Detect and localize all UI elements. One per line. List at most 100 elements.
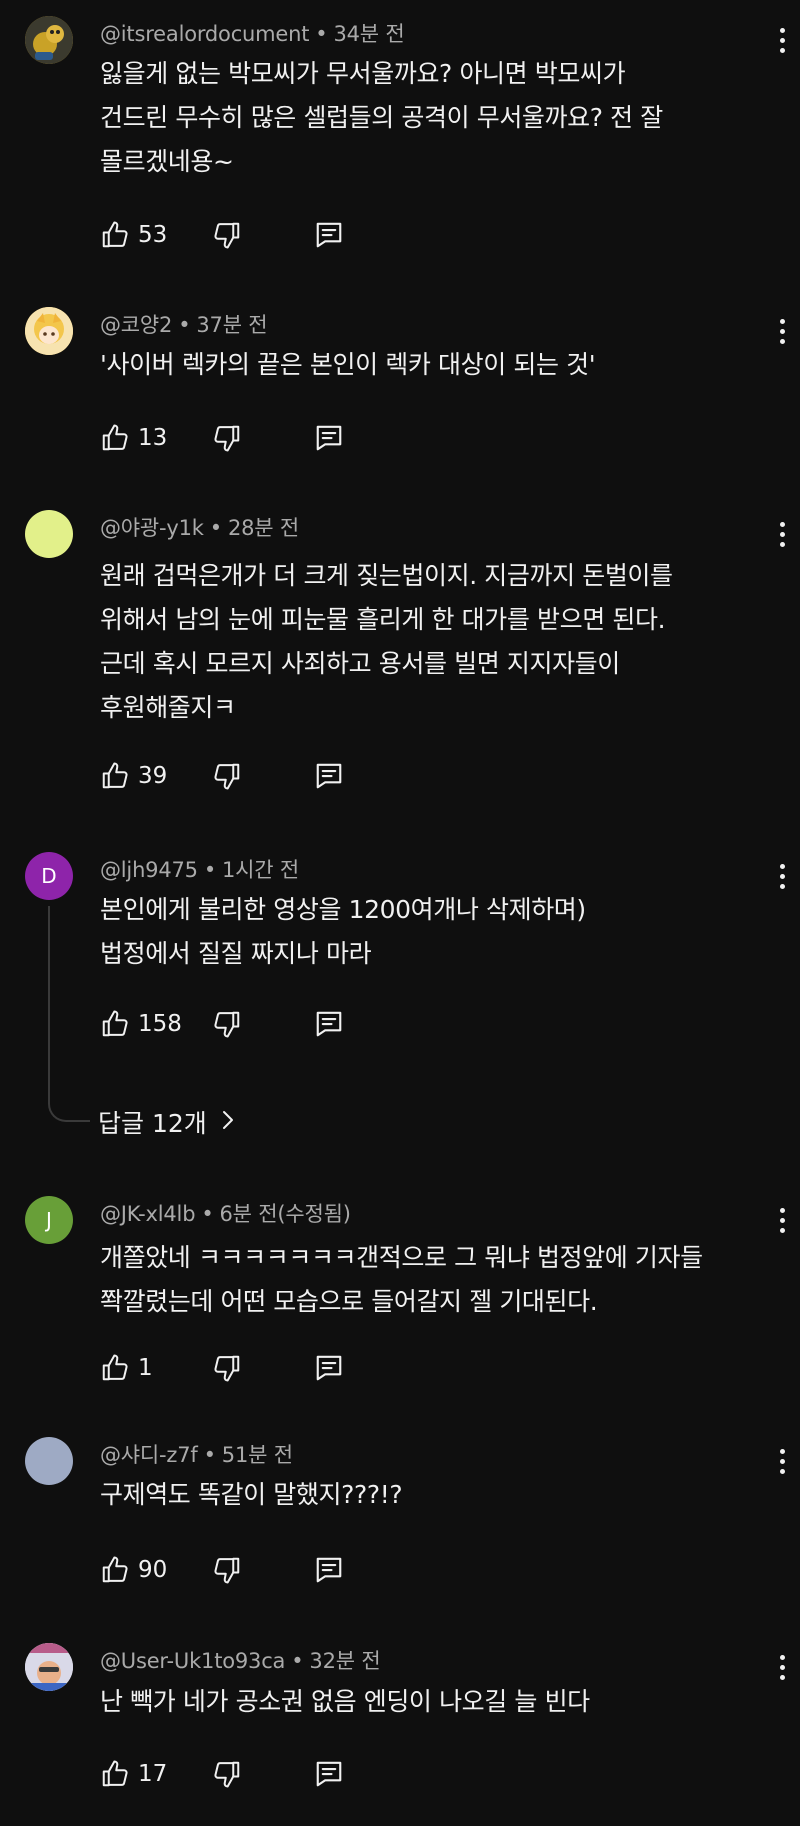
more-vertical-icon[interactable]: [770, 856, 794, 896]
comment-text-line: 본인에게 불리한 영상을 1200여개나 삭제하며): [100, 895, 586, 924]
avatar[interactable]: [25, 16, 73, 64]
comment-text-line: '사이버 렉카의 끝은 본인이 렉카 대상이 되는 것': [100, 350, 596, 379]
comment-meta: @itsrealordocument • 34분 전: [100, 18, 405, 48]
cartoon-avatar-icon: [25, 16, 73, 64]
more-dot: [779, 1448, 785, 1454]
more-dot: [779, 37, 785, 43]
like-button[interactable]: 53: [100, 215, 167, 255]
thumbs-up-icon: [102, 1760, 128, 1787]
like-count: 53: [138, 222, 168, 248]
comment-text: 구제역도 똑같이 말했지???!?: [100, 1473, 780, 1517]
like-count: 158: [138, 1011, 182, 1037]
reply-comment-icon: [316, 1557, 342, 1583]
comment-text-line: 건드린 무수히 많은 셀럽들의 공격이 무서울까요? 전 잘: [100, 103, 663, 132]
dislike-button[interactable]: [212, 418, 242, 458]
more-dot: [779, 863, 785, 869]
comment-author[interactable]: @샤디-z7f: [100, 1443, 198, 1467]
thumbs-down-icon: [214, 1761, 240, 1788]
comment-meta: @샤디-z7f • 51분 전: [100, 1439, 293, 1469]
more-dot: [779, 47, 785, 53]
avatar[interactable]: D: [25, 852, 73, 900]
avatar[interactable]: [25, 1437, 73, 1485]
meta-separator: •: [291, 1649, 304, 1673]
avatar-letter: J: [46, 1208, 52, 1232]
thumbs-down-icon: [214, 1557, 240, 1584]
dislike-button[interactable]: [212, 1348, 242, 1388]
comment-meta: @코양2 • 37분 전: [100, 309, 268, 339]
like-button[interactable]: 90: [100, 1550, 167, 1590]
reply-button[interactable]: [314, 1550, 344, 1590]
avatar[interactable]: [25, 510, 73, 558]
meta-separator: •: [203, 858, 217, 882]
anime-avatar-icon: [25, 307, 73, 355]
comment-text: 난 빽가 네가 공소권 없음 엔딩이 나오길 늘 빈다: [100, 1680, 780, 1724]
avatar-letter: D: [41, 864, 57, 888]
more-vertical-icon[interactable]: [770, 20, 794, 60]
more-vertical-icon[interactable]: [770, 311, 794, 351]
reply-comment-icon: [316, 1011, 342, 1037]
comment-author[interactable]: @User-Uk1to93ca: [100, 1649, 285, 1673]
comment-text-line: 법정에서 질질 짜지나 마라: [100, 939, 372, 968]
comment-actions: 17: [100, 1754, 500, 1794]
comment-time: 1시간 전: [222, 858, 300, 882]
comment-author[interactable]: @JK-xl4lb: [100, 1202, 196, 1226]
thumbs-up-icon: [102, 424, 128, 451]
reply-comment-icon: [316, 1355, 342, 1381]
thumbs-up-icon: [102, 1354, 128, 1381]
comment-time: 32분 전: [309, 1649, 381, 1673]
more-vertical-icon[interactable]: [770, 1647, 794, 1687]
reply-button[interactable]: [314, 215, 344, 255]
comment-text: 개쫄았네 ㅋㅋㅋㅋㅋㅋㅋ갠적으로 그 뭐냐 법정앞에 기자들 쫙깔렸는데 어떤 모…: [100, 1236, 780, 1324]
comment-text-line: 몰르겠네용~: [100, 147, 234, 176]
like-button[interactable]: 39: [100, 756, 167, 796]
comment-meta: @User-Uk1to93ca • 32분 전: [100, 1645, 381, 1675]
comment-text: 원래 겁먹은개가 더 크게 짖는법이지. 지금까지 돈벌이를 위해서 남의 눈에 …: [100, 554, 780, 730]
comment-text-line: 후원해줄지ㅋ: [100, 693, 236, 722]
more-vertical-icon[interactable]: [770, 514, 794, 554]
avatar[interactable]: [25, 307, 73, 355]
thumbs-up-icon: [102, 1556, 128, 1583]
comment-meta: @JK-xl4lb • 6분 전(수정됨): [100, 1198, 351, 1228]
dislike-button[interactable]: [212, 1004, 242, 1044]
comment-meta: @ljh9475 • 1시간 전: [100, 854, 299, 884]
comment-actions: 158: [100, 1004, 500, 1044]
avatar[interactable]: J: [25, 1196, 73, 1244]
like-button[interactable]: 1: [100, 1348, 153, 1388]
thumbs-down-icon: [214, 1011, 240, 1038]
like-count: 1: [138, 1355, 153, 1381]
avatar[interactable]: [25, 1643, 73, 1691]
like-button[interactable]: 13: [100, 418, 167, 458]
comment-author[interactable]: @itsrealordocument: [100, 22, 309, 46]
reply-button[interactable]: [314, 1754, 344, 1794]
dislike-button[interactable]: [212, 1550, 242, 1590]
comment-author[interactable]: @코양2: [100, 313, 172, 337]
comment-time: 51분 전: [221, 1443, 293, 1467]
more-dot: [779, 318, 785, 324]
dislike-button[interactable]: [212, 215, 242, 255]
meta-separator: •: [315, 22, 328, 46]
comment-text: 잃을게 없는 박모씨가 무서울까요? 아니면 박모씨가 건드린 무수히 많은 셀럽…: [100, 52, 780, 184]
more-vertical-icon[interactable]: [770, 1441, 794, 1481]
reply-button[interactable]: [314, 418, 344, 458]
like-button[interactable]: 17: [100, 1754, 167, 1794]
more-vertical-icon[interactable]: [770, 1200, 794, 1240]
like-count: 90: [138, 1557, 168, 1583]
comment-time: 34분 전: [333, 22, 405, 46]
reply-button[interactable]: [314, 756, 344, 796]
more-dot: [779, 1227, 785, 1233]
comment-actions: 53: [100, 215, 500, 255]
dislike-button[interactable]: [212, 756, 242, 796]
more-dot: [779, 1468, 785, 1474]
comment-author[interactable]: @ljh9475: [100, 858, 198, 882]
reply-button[interactable]: [314, 1004, 344, 1044]
comment-text-line: 근데 혹시 모르지 사죄하고 용서를 빌면 지지자들이: [100, 649, 620, 678]
reply-button[interactable]: [314, 1348, 344, 1388]
dislike-button[interactable]: [212, 1754, 242, 1794]
more-dot: [779, 1217, 785, 1223]
like-button[interactable]: 158: [100, 1004, 182, 1044]
comment-author[interactable]: @야광-y1k: [100, 516, 204, 540]
reply-comment-icon: [316, 222, 342, 248]
more-dot: [779, 1458, 785, 1464]
view-replies-button[interactable]: 답글 12개: [98, 1102, 235, 1142]
more-dot: [779, 27, 785, 33]
